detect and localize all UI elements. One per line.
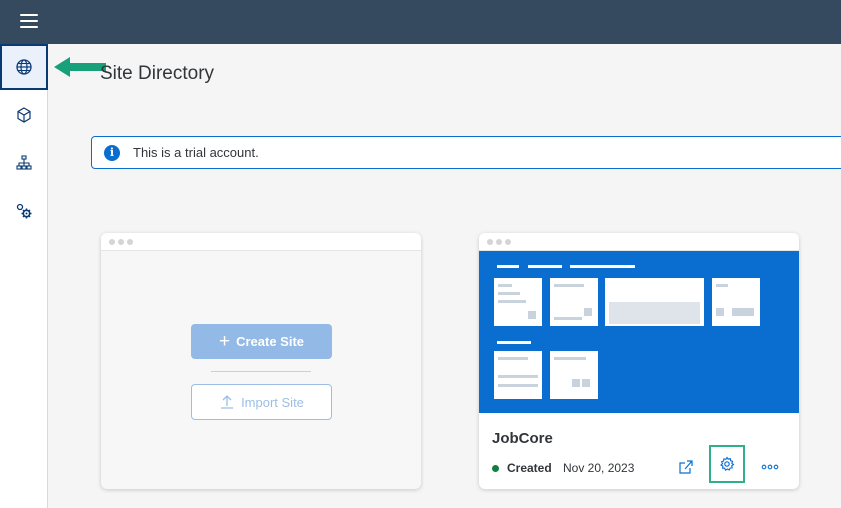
create-site-label: Create Site [236,334,305,349]
info-icon: i [104,144,120,161]
card-window-header [479,233,799,251]
more-options-button[interactable] [756,453,784,481]
plus-icon: + [218,330,231,352]
share-icon [679,460,693,474]
shell-bar [0,0,841,44]
settings-icon [720,456,735,472]
page-title: Site Directory [100,63,215,84]
site-settings-button[interactable] [709,445,745,483]
import-site-button[interactable]: Import Site [191,384,332,420]
share-site-button[interactable] [672,453,700,481]
info-text: This is a trial account. [133,145,259,160]
cube-icon [17,107,31,123]
more-icon [761,464,779,470]
import-site-label: Import Site [241,394,304,410]
divider [211,371,311,372]
site-card[interactable]: JobCore Created Nov 20, 2023 [479,233,799,489]
info-message-strip: i This is a trial account. [91,136,841,169]
sidebar-item-content-manager[interactable] [0,92,48,138]
created-date: Nov 20, 2023 [563,461,635,475]
sidebar-item-site-directory[interactable] [0,44,48,90]
status-label: Created [507,461,552,475]
sidebar-item-sitemap[interactable] [0,140,48,186]
hamburger-menu-icon[interactable] [20,14,38,30]
site-preview-thumbnail[interactable] [479,251,799,413]
gears-icon [16,203,32,219]
side-navigation [0,44,48,508]
create-site-button[interactable]: + Create Site [191,324,332,359]
globe-icon [16,59,32,75]
sidebar-item-settings[interactable] [0,188,48,234]
new-site-card: + Create Site Import Site [101,233,421,489]
upload-icon [221,395,234,409]
site-name[interactable]: JobCore [492,430,553,447]
card-window-header [101,233,421,251]
status-indicator [492,465,499,472]
hierarchy-icon [16,155,32,170]
